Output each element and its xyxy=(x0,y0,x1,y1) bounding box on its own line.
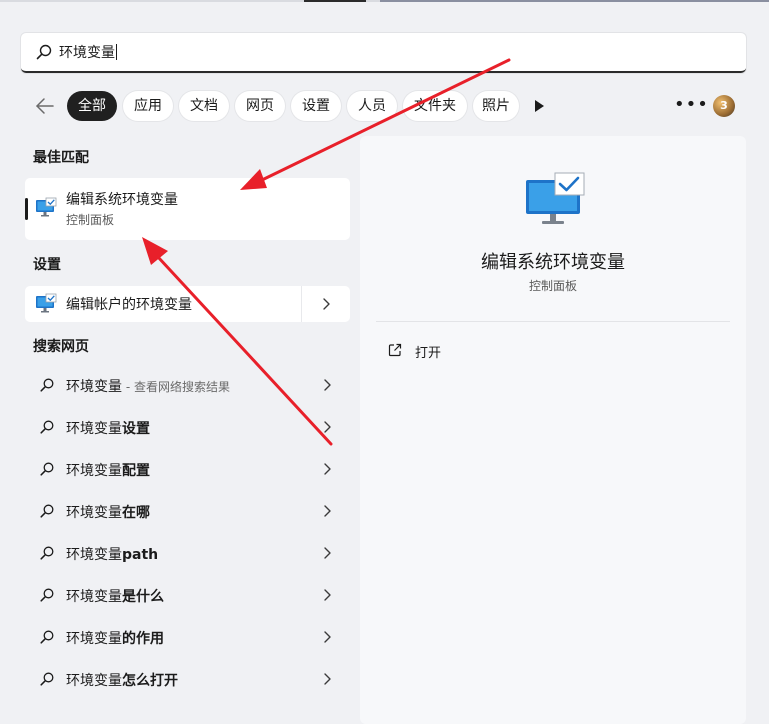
preview-title: 编辑系统环境变量 xyxy=(481,252,625,273)
scroll-filters-icon[interactable] xyxy=(532,98,546,114)
list-item[interactable]: 环境变量的作用 xyxy=(25,619,350,655)
system-properties-icon xyxy=(526,172,585,224)
chevron-right-icon[interactable] xyxy=(319,545,335,561)
search-icon xyxy=(40,630,54,644)
preview-pane: 编辑系统环境变量 控制面板 打开 xyxy=(360,136,746,724)
web-result-text: 环境变量是什么 xyxy=(66,589,164,605)
list-item[interactable]: 环境变量path xyxy=(25,535,350,571)
list-item[interactable]: 环境变量配置 xyxy=(25,451,350,487)
filter-folders[interactable]: 文件夹 xyxy=(403,91,467,121)
selection-indicator xyxy=(25,198,28,220)
avatar[interactable]: 3 xyxy=(713,95,735,117)
result-subtitle: 控制面板 xyxy=(66,213,115,227)
search-icon xyxy=(36,44,52,60)
setting-result[interactable]: 编辑帐户的环境变量 xyxy=(25,286,350,322)
chevron-right-icon[interactable] xyxy=(319,377,335,393)
web-result-text: 环境变量怎么打开 xyxy=(66,673,178,689)
list-item[interactable]: 环境变量怎么打开 xyxy=(25,661,350,697)
search-icon xyxy=(40,462,54,476)
search-box[interactable]: 环境变量 xyxy=(21,33,746,73)
chevron-right-icon[interactable] xyxy=(319,503,335,519)
web-result-text: 环境变量的作用 xyxy=(66,631,164,647)
filter-documents[interactable]: 文档 xyxy=(179,91,229,121)
chevron-right-icon[interactable] xyxy=(319,461,335,477)
section-best-match: 最佳匹配 xyxy=(33,150,89,166)
chevron-right-icon[interactable] xyxy=(319,587,335,603)
chevron-right-icon[interactable] xyxy=(318,296,334,312)
best-match-result[interactable]: 编辑系统环境变量 控制面板 xyxy=(25,178,350,240)
chevron-right-icon[interactable] xyxy=(319,419,335,435)
text-cursor xyxy=(116,44,117,60)
filter-all[interactable]: 全部 xyxy=(67,91,117,121)
search-icon xyxy=(40,672,54,686)
open-action[interactable]: 打开 xyxy=(415,342,441,361)
divider xyxy=(376,321,730,322)
search-icon xyxy=(40,378,54,392)
section-web: 搜索网页 xyxy=(33,339,89,355)
section-settings: 设置 xyxy=(33,257,61,273)
web-result-text: 环境变量path xyxy=(66,547,159,563)
preview-subtitle: 控制面板 xyxy=(528,279,577,293)
filter-people[interactable]: 人员 xyxy=(347,91,397,121)
chevron-right-icon[interactable] xyxy=(319,671,335,687)
list-item[interactable]: 环境变量在哪 xyxy=(25,493,350,529)
system-properties-icon xyxy=(36,197,57,217)
filter-apps[interactable]: 应用 xyxy=(123,91,173,121)
search-input[interactable]: 环境变量 xyxy=(59,42,117,62)
search-icon xyxy=(40,588,54,602)
filter-settings[interactable]: 设置 xyxy=(291,91,341,121)
filter-photos[interactable]: 照片 xyxy=(473,91,519,121)
search-icon xyxy=(40,420,54,434)
web-result-text: 环境变量 - 查看网络搜索结果 xyxy=(66,379,230,395)
search-icon xyxy=(40,504,54,518)
setting-title: 编辑帐户的环境变量 xyxy=(66,297,192,313)
open-external-icon[interactable] xyxy=(387,342,403,358)
system-properties-icon xyxy=(36,293,57,313)
list-item[interactable]: 环境变量是什么 xyxy=(25,577,350,613)
taskbar-segment xyxy=(380,0,769,2)
list-item[interactable]: 环境变量设置 xyxy=(25,409,350,445)
web-result-text: 环境变量设置 xyxy=(66,421,150,437)
chevron-right-icon[interactable] xyxy=(319,629,335,645)
web-result-text: 环境变量配置 xyxy=(66,463,150,479)
result-title: 编辑系统环境变量 xyxy=(66,192,178,208)
list-item[interactable]: 环境变量 - 查看网络搜索结果 xyxy=(25,367,350,403)
divider xyxy=(301,286,302,322)
more-options-icon[interactable]: ••• xyxy=(674,96,708,114)
search-icon xyxy=(40,546,54,560)
web-result-text: 环境变量在哪 xyxy=(66,505,150,521)
taskbar-segment xyxy=(304,0,366,2)
back-arrow-icon[interactable] xyxy=(33,94,57,118)
filter-web[interactable]: 网页 xyxy=(235,91,285,121)
window-top-edge xyxy=(0,0,769,2)
